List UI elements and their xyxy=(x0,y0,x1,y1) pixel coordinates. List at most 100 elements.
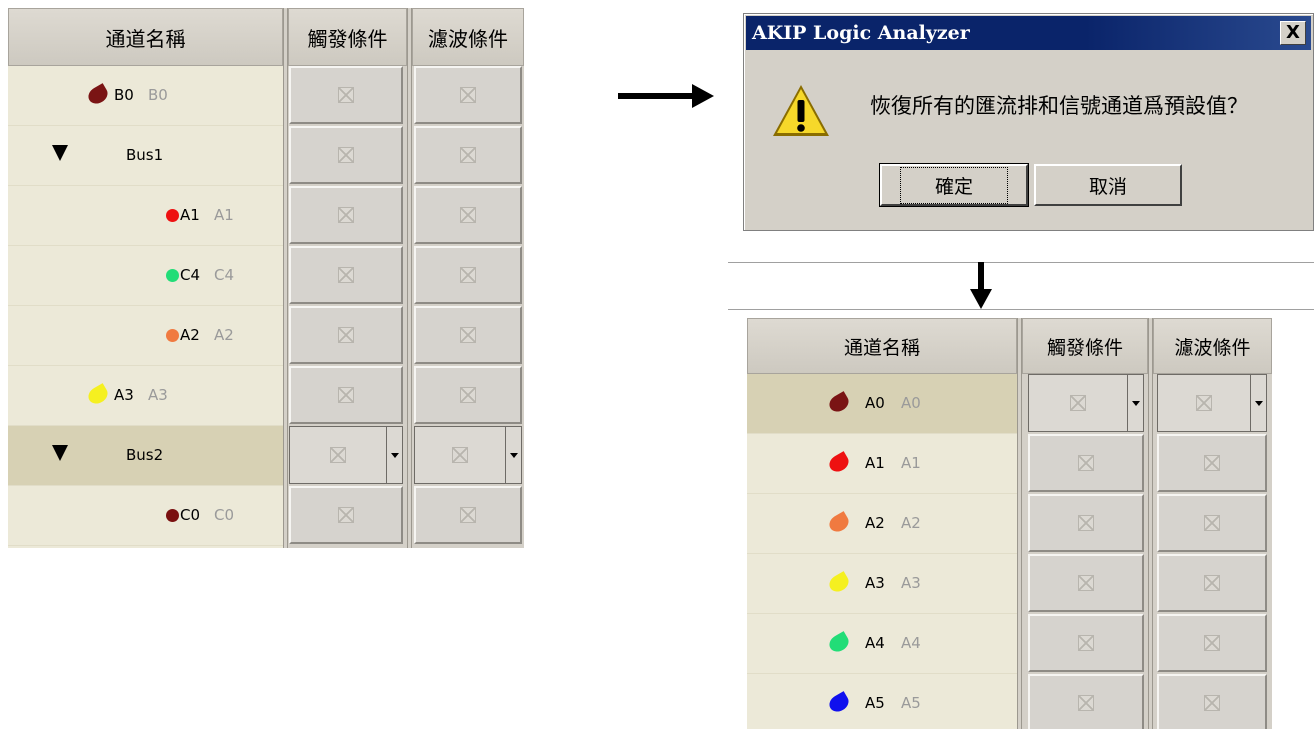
bus-row[interactable]: Bus1 xyxy=(8,126,283,186)
signal-row[interactable]: A1 A1 xyxy=(8,186,283,246)
chevron-down-icon[interactable] xyxy=(505,427,521,483)
unchecked-box-icon xyxy=(1078,515,1094,531)
header-trigger[interactable]: 觸發條件 xyxy=(1022,318,1148,374)
cancel-button-label: 取消 xyxy=(1088,175,1127,198)
condition-dropdown[interactable] xyxy=(1157,374,1267,432)
channel-label: A5 xyxy=(865,694,885,712)
channel-label: A3 xyxy=(114,386,134,404)
condition-dropdown[interactable] xyxy=(414,426,522,484)
chevron-down-icon[interactable] xyxy=(386,427,402,483)
bus-label: Bus1 xyxy=(126,146,164,164)
channel-label: A1 xyxy=(865,454,885,472)
unchecked-box-icon xyxy=(460,147,476,163)
unchecked-box-icon xyxy=(1078,455,1094,471)
close-button[interactable]: X xyxy=(1280,21,1306,45)
channel-alias: A1 xyxy=(214,206,234,224)
channel-marker-icon xyxy=(826,511,852,535)
condition-cell[interactable] xyxy=(414,306,522,364)
condition-cell[interactable] xyxy=(414,366,522,424)
chevron-down-icon[interactable] xyxy=(1250,375,1266,431)
warning-icon xyxy=(773,85,829,136)
column-separator[interactable] xyxy=(1148,318,1153,729)
column-separator[interactable] xyxy=(407,8,412,548)
condition-dropdown[interactable] xyxy=(1028,374,1144,432)
condition-cell[interactable] xyxy=(1157,554,1267,612)
column-separator[interactable] xyxy=(283,8,288,548)
signal-row[interactable]: A4 A4 xyxy=(747,614,1017,674)
cancel-button[interactable]: 取消 xyxy=(1034,164,1182,206)
condition-cell[interactable] xyxy=(289,306,403,364)
channel-label: A3 xyxy=(865,574,885,592)
channel-marker-icon xyxy=(826,691,852,715)
condition-cell[interactable] xyxy=(414,186,522,244)
signal-row[interactable]: A2 A2 xyxy=(747,494,1017,554)
signal-row[interactable]: C4 C4 xyxy=(8,246,283,306)
signal-row[interactable]: A3 A3 xyxy=(747,554,1017,614)
condition-cell[interactable] xyxy=(289,366,403,424)
dialog-message: 恢復所有的匯流排和信號通道爲預設值？ xyxy=(870,94,1248,118)
channel-label: C4 xyxy=(180,266,201,284)
bus-row[interactable]: Bus2 xyxy=(8,426,283,486)
unchecked-box-icon xyxy=(1078,695,1094,711)
column-separator[interactable] xyxy=(1017,318,1022,729)
channel-alias: C4 xyxy=(214,266,235,284)
unchecked-box-icon xyxy=(460,327,476,343)
condition-cell[interactable] xyxy=(289,246,403,304)
header-filter[interactable]: 濾波條件 xyxy=(412,8,524,66)
unchecked-box-icon xyxy=(1204,695,1220,711)
signal-row[interactable]: C0 C0 xyxy=(8,486,283,546)
condition-cell[interactable] xyxy=(1028,674,1144,729)
channel-label: A4 xyxy=(865,634,885,652)
channel-table-before: 通道名稱 觸發條件 濾波條件 B0 B0 Bus1 A1 A1 C4 C4 A2 A2 A3 A3 B… xyxy=(8,8,524,548)
chevron-down-icon[interactable] xyxy=(1127,375,1143,431)
condition-cell[interactable] xyxy=(289,186,403,244)
condition-cell[interactable] xyxy=(1028,614,1144,672)
unchecked-box-icon xyxy=(338,267,354,283)
unchecked-box-icon xyxy=(338,387,354,403)
signal-row[interactable]: A3 A3 xyxy=(8,366,283,426)
channel-marker-icon xyxy=(85,383,111,407)
condition-cell[interactable] xyxy=(289,486,403,544)
channel-alias: A2 xyxy=(214,326,234,344)
condition-cell[interactable] xyxy=(1157,674,1267,729)
ok-button[interactable]: 確定 xyxy=(879,163,1029,207)
signal-row[interactable]: A5 A5 xyxy=(747,674,1017,729)
dialog-titlebar[interactable]: AKIP Logic Analyzer X xyxy=(746,16,1311,50)
signal-row[interactable]: A2 A2 xyxy=(8,306,283,366)
condition-cell[interactable] xyxy=(414,126,522,184)
condition-cell[interactable] xyxy=(414,66,522,124)
unchecked-box-icon xyxy=(1078,575,1094,591)
header-filter[interactable]: 濾波條件 xyxy=(1153,318,1272,374)
condition-cell[interactable] xyxy=(414,246,522,304)
condition-cell[interactable] xyxy=(289,126,403,184)
condition-cell[interactable] xyxy=(414,486,522,544)
signal-row[interactable]: B0 B0 xyxy=(8,66,283,126)
unchecked-box-icon xyxy=(460,87,476,103)
condition-dropdown[interactable] xyxy=(289,426,403,484)
signal-row[interactable]: A1 A1 xyxy=(747,434,1017,494)
header-channel-name[interactable]: 通道名稱 xyxy=(8,8,283,66)
expander-icon[interactable] xyxy=(52,145,68,161)
channel-label: A2 xyxy=(865,514,885,532)
signal-row[interactable]: A0 A0 xyxy=(747,374,1017,434)
condition-cell[interactable] xyxy=(289,66,403,124)
condition-cell[interactable] xyxy=(1028,554,1144,612)
condition-cell[interactable] xyxy=(1028,494,1144,552)
condition-cell[interactable] xyxy=(1157,494,1267,552)
channel-label: A2 xyxy=(180,326,200,344)
unchecked-box-icon xyxy=(338,207,354,223)
channel-alias: A3 xyxy=(901,574,921,592)
condition-cell[interactable] xyxy=(1157,434,1267,492)
channel-dot-icon xyxy=(166,509,179,522)
header-channel-name[interactable]: 通道名稱 xyxy=(747,318,1017,374)
channel-alias: A5 xyxy=(901,694,921,712)
unchecked-box-icon xyxy=(1070,395,1086,411)
condition-cell[interactable] xyxy=(1028,434,1144,492)
unchecked-box-icon xyxy=(1204,635,1220,651)
channel-alias: C0 xyxy=(214,506,235,524)
expander-icon[interactable] xyxy=(52,445,68,461)
confirm-dialog: AKIP Logic Analyzer X 恢復所有的匯流排和信號通道爲預設值？… xyxy=(743,13,1314,231)
channel-dot-icon xyxy=(166,329,179,342)
condition-cell[interactable] xyxy=(1157,614,1267,672)
header-trigger[interactable]: 觸發條件 xyxy=(288,8,407,66)
